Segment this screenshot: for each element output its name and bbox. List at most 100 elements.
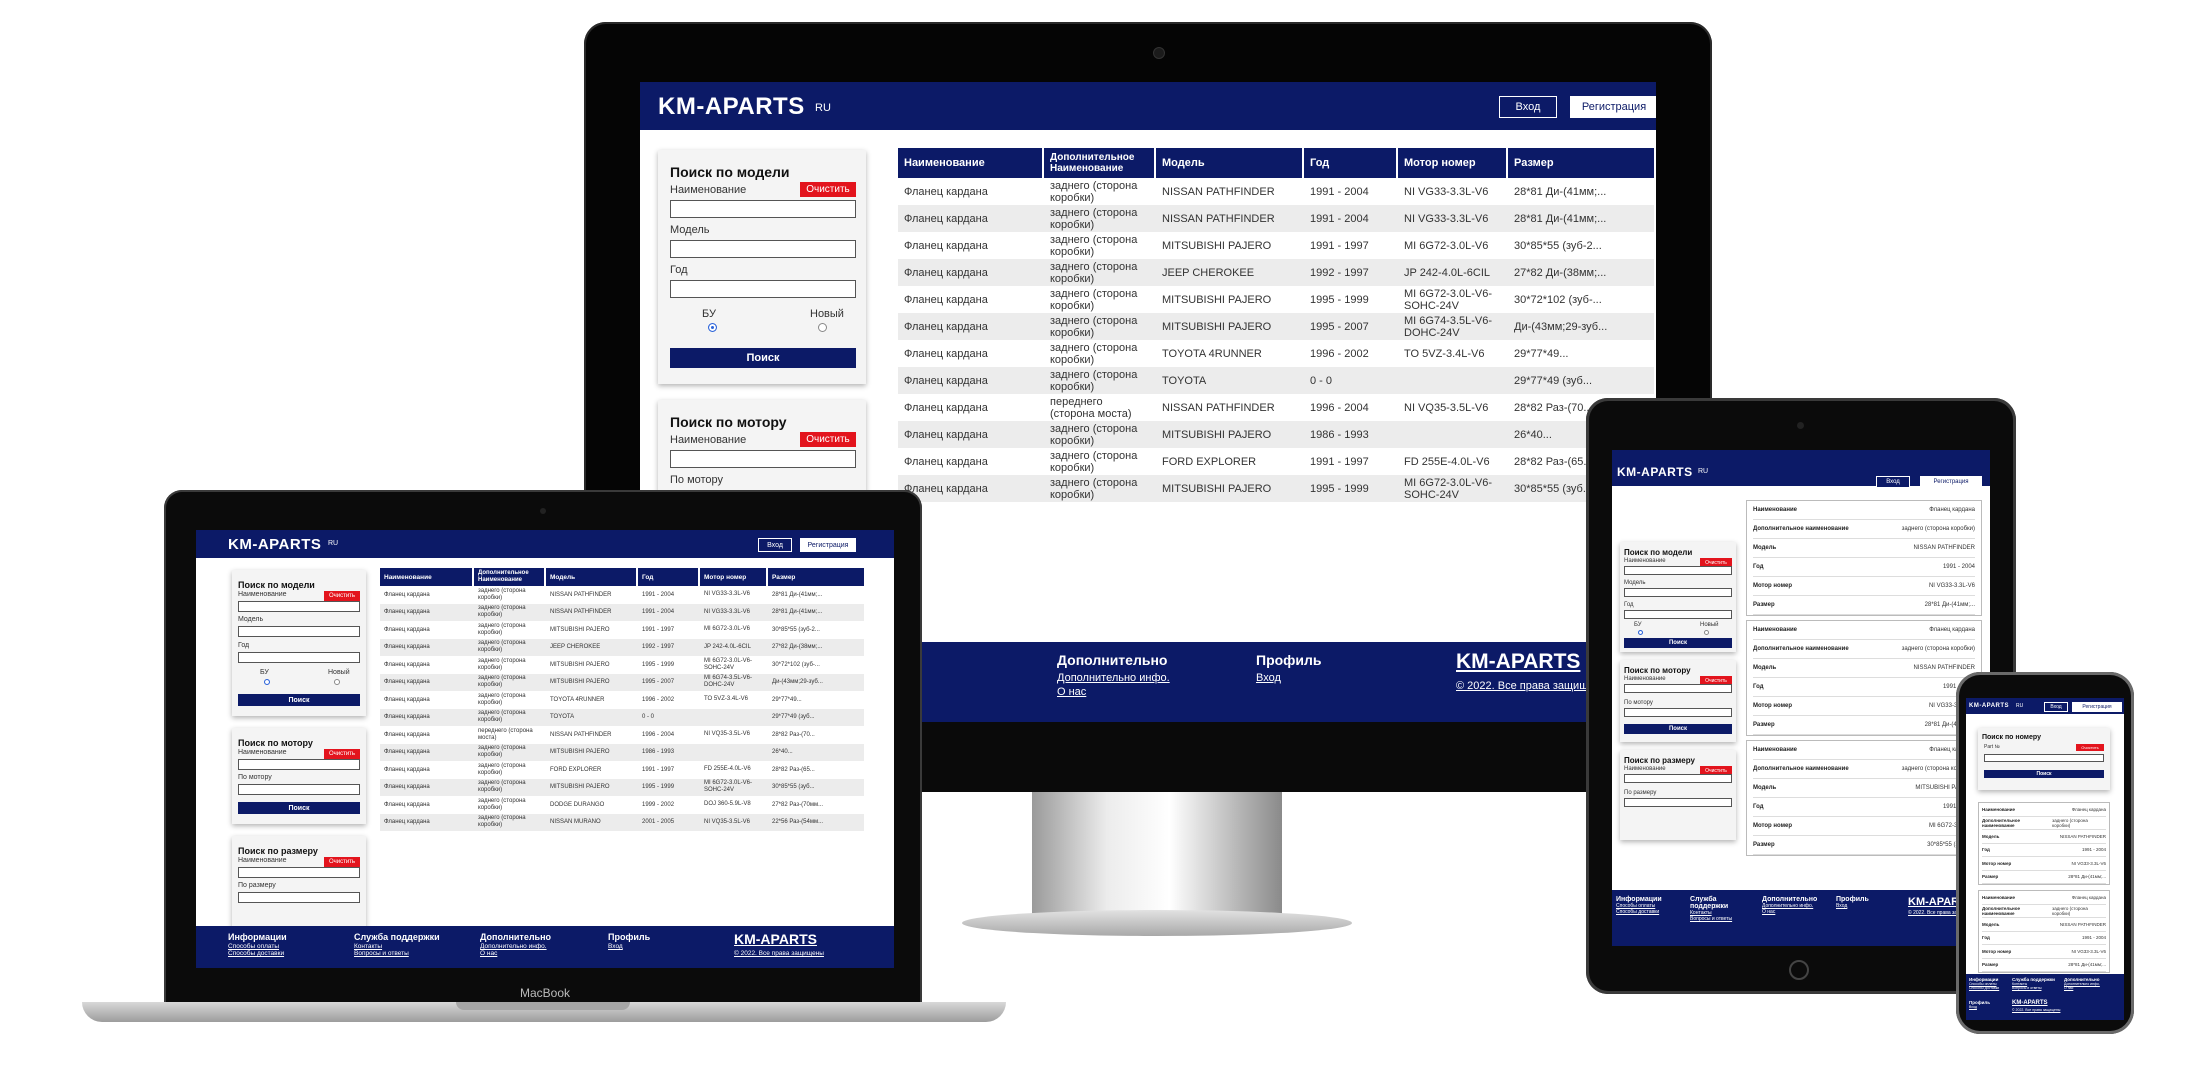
clear-button[interactable]: Очистить (800, 182, 856, 197)
table-row[interactable]: Фланец кардана заднего (сторона коробки) T… (898, 340, 1654, 367)
footer-profile-link[interactable]: Вход (608, 943, 650, 950)
result-card[interactable]: Наименование Фланец кардана Дополнительное… (1978, 890, 2110, 973)
table-row[interactable]: Фланец кардана заднего (сторона коробки) M… (380, 656, 864, 674)
name-input[interactable] (238, 601, 360, 612)
footer-logo[interactable]: KM-APARTS (2012, 1000, 2048, 1006)
table-row[interactable]: Фланец кардана переднего (сторона моста) N… (898, 394, 1654, 421)
table-row[interactable]: Фланец кардана заднего (сторона коробки) T… (380, 708, 864, 726)
footer-logo[interactable]: KM-APARTS (1456, 650, 1580, 674)
result-card[interactable]: Наименование Фланец кардана Дополнительное… (1746, 500, 1982, 616)
column-header[interactable]: Модель (546, 568, 638, 586)
column-header[interactable]: Наименование (898, 148, 1044, 178)
tablet-home-button[interactable] (1789, 960, 1809, 980)
clear-button[interactable]: Очистить (324, 749, 360, 759)
language-switch[interactable]: RU (1698, 468, 1708, 475)
result-card[interactable]: Наименование Фланец кардана Дополнительное… (1978, 802, 2110, 885)
footer-info-link[interactable]: Способы доставки (228, 950, 287, 957)
table-row[interactable]: Фланец кардана заднего (сторона коробки) N… (898, 178, 1654, 205)
column-header[interactable]: Дополнительное Наименование (1044, 148, 1156, 178)
clear-button[interactable]: Очистить (800, 432, 856, 447)
table-row[interactable]: Фланец кардана переднего (сторона моста) N… (380, 726, 864, 744)
year-input[interactable] (1624, 610, 1732, 619)
login-button[interactable]: Вход (2044, 702, 2068, 712)
footer-profile-link[interactable]: Вход (1256, 672, 1322, 684)
part-number-input[interactable] (1984, 754, 2104, 762)
name-input[interactable] (238, 759, 360, 770)
column-header[interactable]: Размер (1508, 148, 1654, 178)
used-radio[interactable] (264, 679, 270, 685)
year-input[interactable] (670, 280, 856, 298)
search-button[interactable]: Поиск (1624, 638, 1732, 648)
footer-logo[interactable]: KM-APARTS (734, 931, 817, 947)
table-row[interactable]: Фланец кардана заднего (сторона коробки) J… (898, 259, 1654, 286)
result-card[interactable]: Наименование Фланец кардана Дополнительное… (1746, 620, 1982, 736)
footer-extra-link[interactable]: Дополнительно инфо. (1057, 672, 1170, 684)
search-button[interactable]: Поиск (670, 348, 856, 368)
column-header[interactable]: Модель (1156, 148, 1304, 178)
language-switch[interactable]: RU (328, 540, 338, 547)
column-header[interactable]: Мотор номер (700, 568, 768, 586)
model-input[interactable] (238, 626, 360, 637)
table-row[interactable]: Фланец кардана заднего (сторона коробки) D… (380, 796, 864, 814)
result-card[interactable]: Наименование Фланец кардана Дополнительное… (1746, 740, 1982, 856)
footer-profile-link[interactable]: Вход (1836, 903, 1869, 909)
table-row[interactable]: Фланец кардана заднего (сторона коробки) M… (898, 421, 1654, 448)
search-button[interactable]: Поиск (1984, 770, 2104, 778)
used-radio[interactable] (708, 323, 717, 332)
footer-extra-link[interactable]: О нас (1762, 909, 1817, 915)
site-logo[interactable]: KM-APARTS (1969, 703, 2009, 709)
table-row[interactable]: Фланец кардана заднего (сторона коробки) M… (898, 232, 1654, 259)
table-row[interactable]: Фланец кардана заднего (сторона коробки) M… (380, 621, 864, 639)
footer-support-link[interactable]: Вопросы и ответы (354, 950, 440, 957)
register-button[interactable]: Регистрация (800, 538, 856, 552)
clear-button[interactable]: Очистить (324, 591, 360, 601)
table-row[interactable]: Фланец кардана заднего (сторона коробки) T… (898, 367, 1654, 394)
name-input[interactable] (1624, 774, 1732, 783)
footer-support-link[interactable]: Контакты (354, 943, 440, 950)
site-logo[interactable]: KM-APARTS (228, 536, 321, 553)
footer-info-link[interactable]: Способы оплаты (228, 943, 287, 950)
clear-button[interactable]: Очистить (2076, 744, 2104, 751)
size-input[interactable] (238, 892, 360, 903)
clear-button[interactable]: Очистить (324, 857, 360, 867)
footer-profile-link[interactable]: Вход (1969, 1005, 1990, 1009)
column-header[interactable]: Наименование (380, 568, 474, 586)
motor-input[interactable] (1624, 708, 1732, 717)
footer-extra-link[interactable]: О нас (2064, 986, 2100, 990)
size-input[interactable] (1624, 798, 1732, 807)
table-row[interactable]: Фланец кардана заднего (сторона коробки) F… (380, 761, 864, 779)
site-logo[interactable]: KM-APARTS (658, 93, 805, 121)
column-header[interactable]: Год (1304, 148, 1398, 178)
search-button[interactable]: Поиск (238, 802, 360, 814)
register-button[interactable]: Регистрация (1570, 96, 1656, 118)
column-header[interactable]: Размер (768, 568, 864, 586)
table-row[interactable]: Фланец кардана заднего (сторона коробки) M… (898, 313, 1654, 340)
footer-extra-link[interactable]: О нас (480, 950, 551, 957)
table-row[interactable]: Фланец кардана заднего (сторона коробки) M… (380, 778, 864, 796)
column-header[interactable]: Год (638, 568, 700, 586)
table-row[interactable]: Фланец кардана заднего (сторона коробки) N… (380, 813, 864, 831)
table-row[interactable]: Фланец кардана заднего (сторона коробки) N… (898, 205, 1654, 232)
table-row[interactable]: Фланец кардана заднего (сторона коробки) N… (380, 603, 864, 621)
table-row[interactable]: Фланец кардана заднего (сторона коробки) M… (380, 673, 864, 691)
model-input[interactable] (670, 240, 856, 258)
login-button[interactable]: Вход (758, 538, 792, 552)
column-header[interactable]: Мотор номер (1398, 148, 1508, 178)
name-input[interactable] (238, 867, 360, 878)
name-input[interactable] (1624, 684, 1732, 693)
motor-input[interactable] (238, 784, 360, 795)
search-button[interactable]: Поиск (238, 694, 360, 706)
table-row[interactable]: Фланец кардана заднего (сторона коробки) F… (898, 448, 1654, 475)
column-header[interactable]: Дополнительное Наименование (474, 568, 546, 586)
new-radio[interactable] (1704, 630, 1709, 635)
new-radio[interactable] (334, 679, 340, 685)
login-button[interactable]: Вход (1499, 96, 1557, 118)
table-row[interactable]: Фланец кардана заднего (сторона коробки) J… (380, 638, 864, 656)
name-input[interactable] (670, 450, 856, 468)
table-row[interactable]: Фланец кардана заднего (сторона коробки) M… (898, 475, 1654, 502)
footer-info-link[interactable]: Способы доставки (1616, 909, 1662, 915)
footer-info-link[interactable]: Способы доставки (1969, 986, 1999, 990)
table-row[interactable]: Фланец кардана заднего (сторона коробки) M… (380, 743, 864, 761)
register-button[interactable]: Регистрация (1920, 476, 1982, 488)
table-row[interactable]: Фланец кардана заднего (сторона коробки) T… (380, 691, 864, 709)
